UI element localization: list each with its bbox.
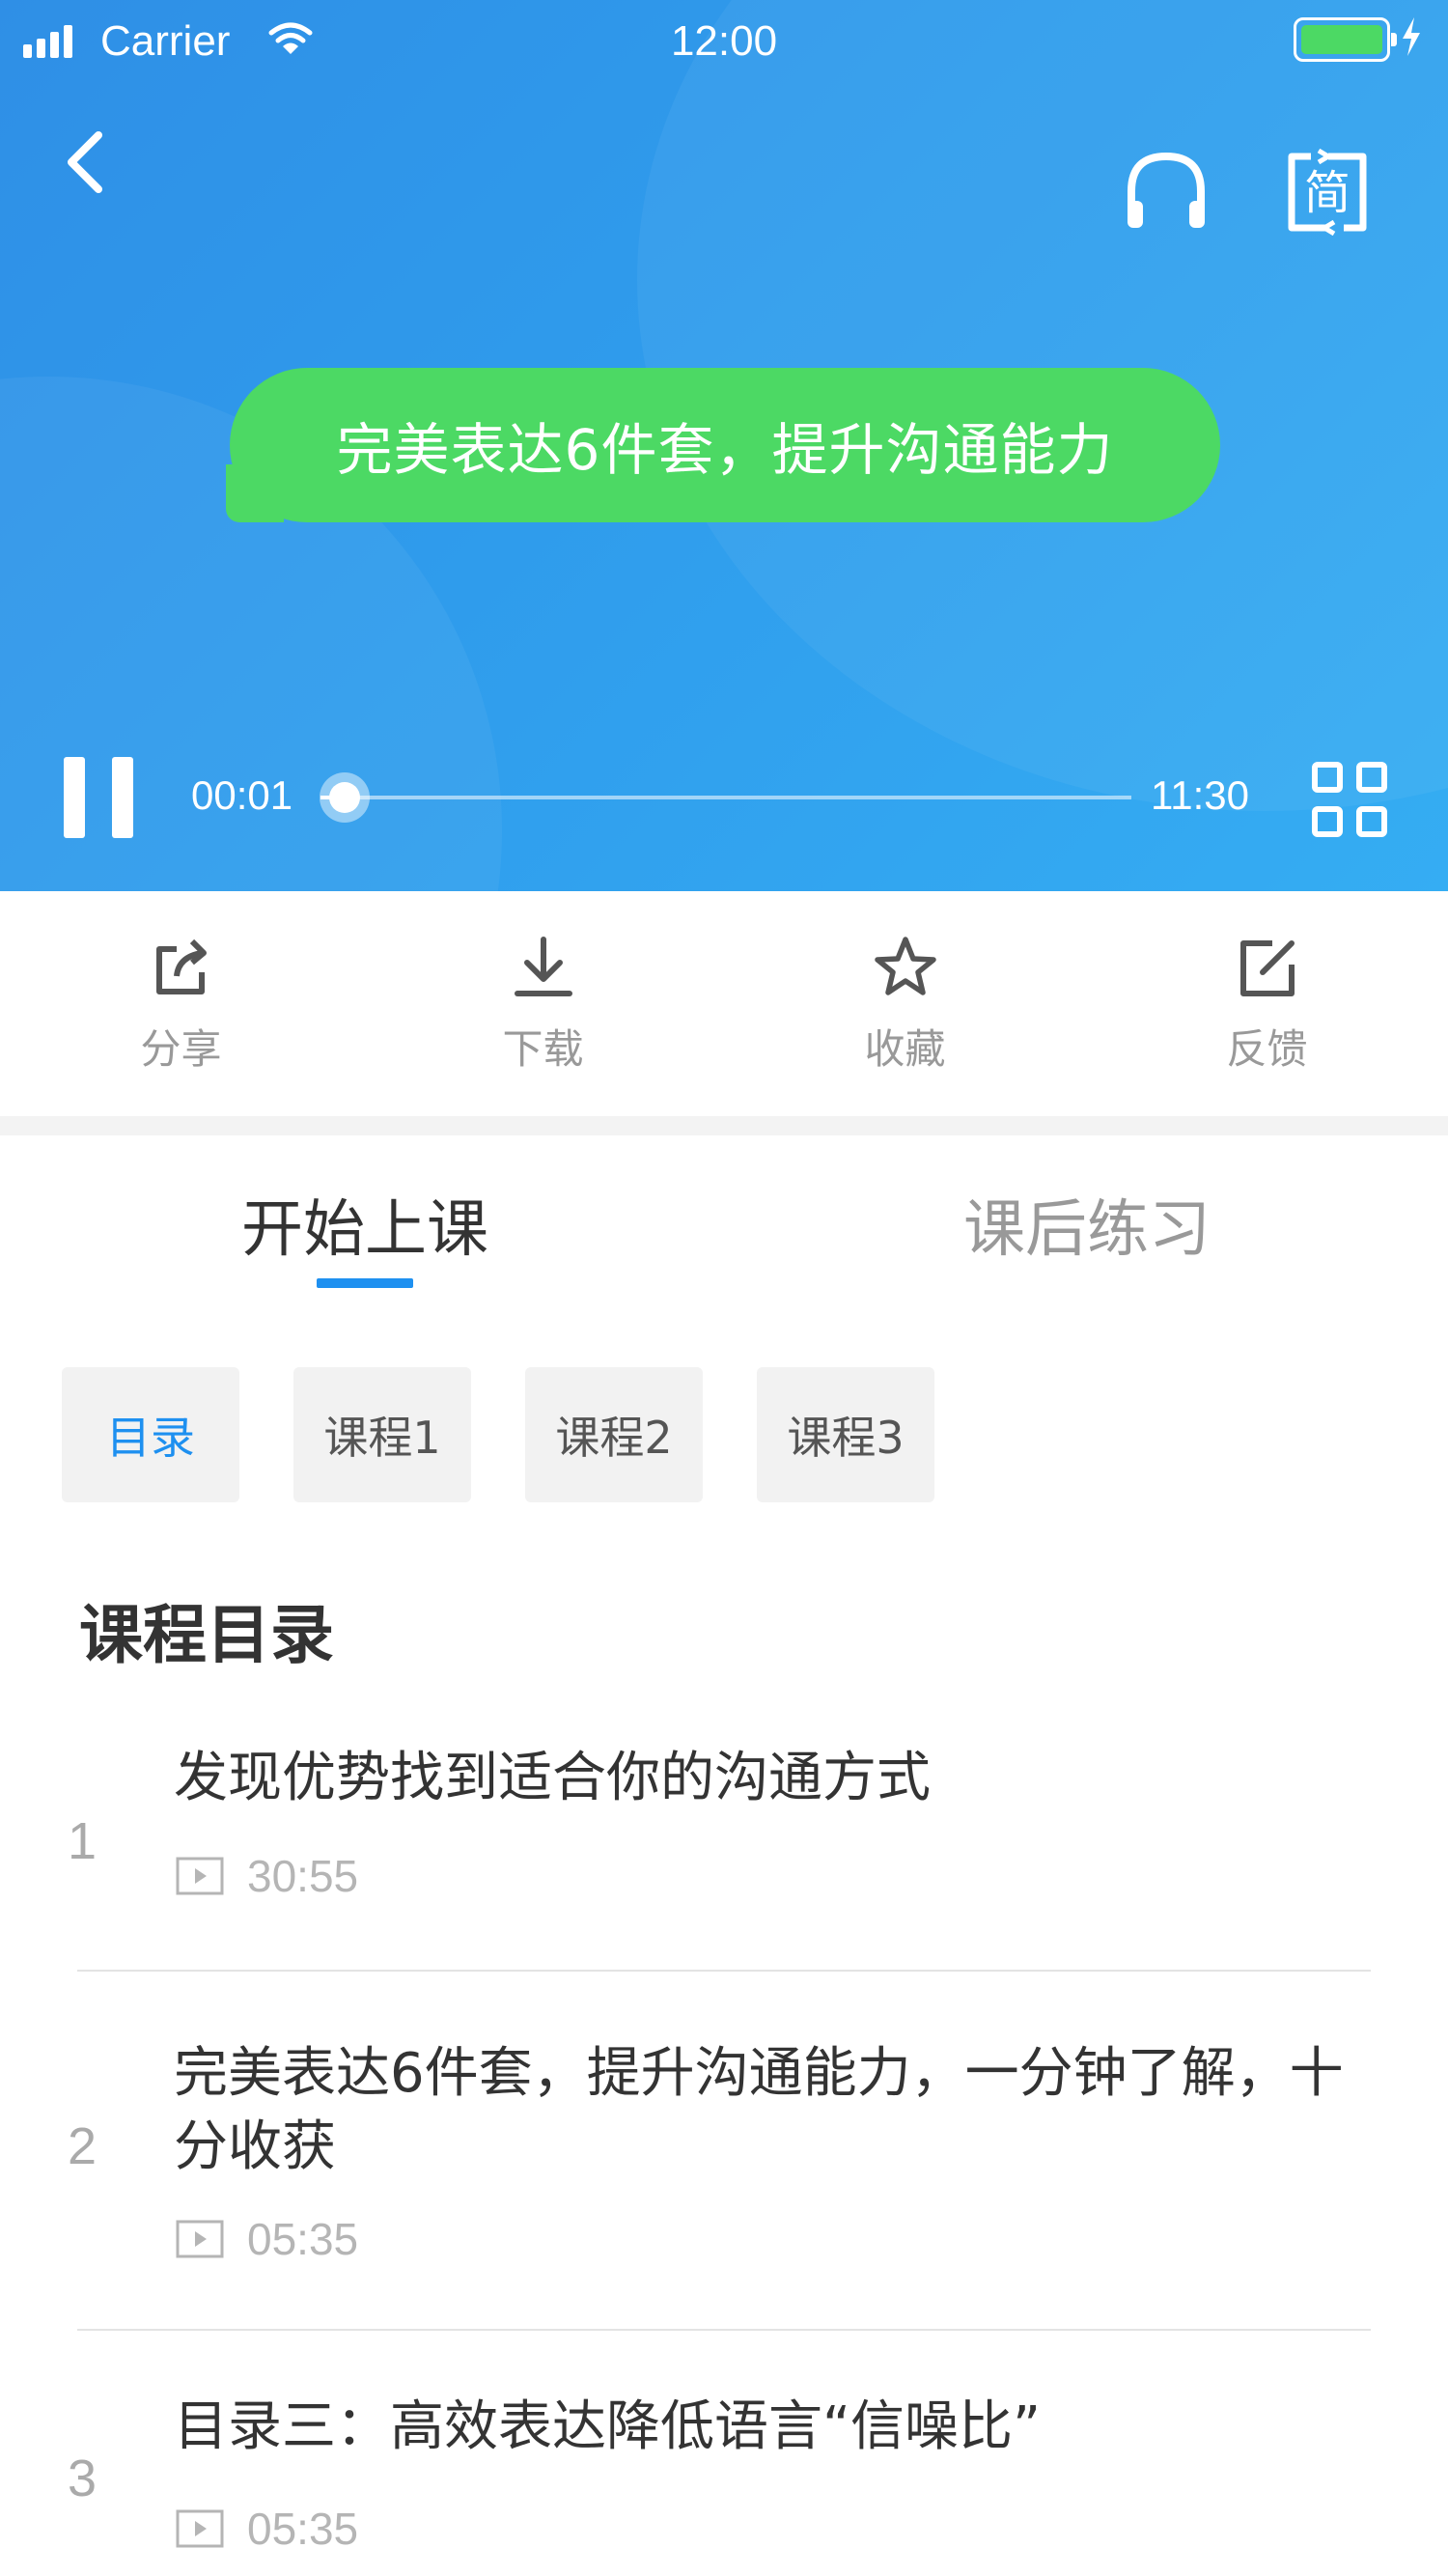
lesson-number: 3 — [68, 2450, 97, 2507]
lesson-title-bubble: 完美表达6件套，提升沟通能力 — [226, 368, 1220, 522]
playback-controls: 00:01 11:30 — [0, 734, 1448, 859]
download-button[interactable]: 下载 — [362, 891, 724, 1116]
chip-course-1[interactable]: 课程1 — [293, 1367, 471, 1502]
lesson-meta: 05:35 — [176, 2503, 358, 2555]
lesson-number: 2 — [68, 2117, 97, 2175]
tab-practice[interactable]: 课后练习 — [963, 1180, 1211, 1269]
share-label: 分享 — [140, 1025, 222, 1073]
battery-icon — [1294, 17, 1397, 62]
player-header: Carrier 12:00 简 完美表达6件套，提升沟通能力 00:01 11:… — [0, 0, 1448, 891]
lesson-meta: 05:35 — [176, 2213, 358, 2265]
feedback-label: 反馈 — [1226, 1025, 1308, 1073]
chip-catalog[interactable]: 目录 — [62, 1367, 239, 1502]
share-button[interactable]: 分享 — [0, 891, 362, 1116]
download-label: 下载 — [502, 1025, 584, 1073]
lesson-duration: 05:35 — [247, 2214, 359, 2264]
lesson-item[interactable]: 2 完美表达6件套，提升沟通能力，一分钟了解，十分收获 05:35 — [0, 1972, 1448, 2331]
favorite-button[interactable]: 收藏 — [724, 891, 1086, 1116]
chip-course-2[interactable]: 课程2 — [525, 1367, 703, 1502]
current-time: 00:01 — [191, 772, 293, 818]
lesson-title: 发现优势找到适合你的沟通方式 — [174, 1747, 931, 1809]
feedback-button[interactable]: 反馈 — [1086, 891, 1448, 1116]
tab-active-indicator — [317, 1278, 413, 1288]
progress-slider[interactable] — [320, 772, 1131, 823]
favorite-label: 收藏 — [864, 1025, 946, 1073]
lesson-meta: 30:55 — [176, 1850, 358, 1902]
lesson-title: 完美表达6件套，提升沟通能力 — [336, 417, 1114, 483]
simplified-chinese-button[interactable]: 简 — [1284, 148, 1371, 237]
simplified-chinese-icon: 简 — [1288, 148, 1367, 237]
status-bar: Carrier 12:00 — [0, 0, 1448, 85]
video-icon — [176, 2220, 224, 2258]
chip-course-3[interactable]: 课程3 — [757, 1367, 934, 1502]
pause-icon — [64, 757, 85, 838]
pause-icon — [112, 757, 133, 838]
download-icon — [514, 937, 572, 996]
lesson-duration: 30:55 — [247, 1851, 359, 1901]
video-icon — [176, 1857, 224, 1895]
lesson-title: 完美表达6件套，提升沟通能力，一分钟了解，十分收获 — [174, 2042, 1344, 2178]
lesson-item[interactable]: 3 目录三：高效表达降低语言“信噪比” 05:35 — [0, 2331, 1448, 2576]
section-divider — [0, 1116, 1448, 1135]
feedback-icon — [1239, 940, 1295, 996]
lesson-duration: 05:35 — [247, 2504, 359, 2554]
lesson-number: 1 — [68, 1812, 97, 1870]
tab-start-class[interactable]: 开始上课 — [241, 1180, 488, 1269]
lesson-item[interactable]: 1 发现优势找到适合你的沟通方式 30:55 — [0, 1719, 1448, 1972]
total-time: 11:30 — [1151, 772, 1249, 818]
catalog-title: 课程目录 — [79, 1598, 334, 1672]
star-icon — [874, 937, 936, 995]
back-icon[interactable] — [58, 124, 116, 201]
bubble-tail — [226, 464, 284, 522]
video-icon — [176, 2509, 224, 2548]
status-time: 12:00 — [670, 17, 778, 65]
charging-icon — [1403, 17, 1420, 56]
progress-thumb[interactable] — [320, 772, 371, 823]
action-bar: 分享 下载 收藏 反馈 — [0, 891, 1448, 1116]
pause-button[interactable] — [60, 757, 137, 838]
chip-row: 目录 课程1 课程2 课程3 — [62, 1367, 934, 1502]
tab-bar: 开始上课 课后练习 — [0, 1135, 1448, 1300]
grid-icon[interactable] — [1311, 761, 1388, 838]
simplified-label: 简 — [1304, 166, 1351, 220]
share-icon — [155, 938, 207, 994]
lesson-title: 目录三：高效表达降低语言“信噪比” — [174, 2395, 1042, 2458]
headphone-icon[interactable] — [1122, 149, 1211, 232]
